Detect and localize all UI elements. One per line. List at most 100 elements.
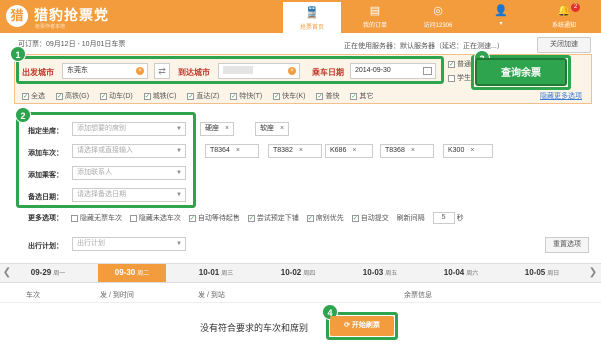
refresh-interval-stepper[interactable]: 5 xyxy=(432,212,455,224)
nav-user[interactable]: 👤 ▾ xyxy=(472,0,530,33)
train-tag[interactable]: T8364 × xyxy=(205,144,259,158)
passenger-label: 添加乘客： xyxy=(28,172,63,179)
filter-g[interactable]: 高铁(G) xyxy=(55,92,89,100)
date-range-text: 可订票：09月12日 - 10月01日车票 xyxy=(18,41,126,48)
checkbox-icon xyxy=(448,74,455,82)
filter-k[interactable]: 快车(K) xyxy=(273,92,306,100)
filter-z[interactable]: 直达(Z) xyxy=(187,92,219,100)
step-badge-1: 1 xyxy=(10,46,26,62)
chevron-right-icon[interactable]: ❯ xyxy=(588,264,598,282)
nav-home[interactable]: 🚆 抢票首页 xyxy=(283,0,341,33)
train-tag[interactable]: T8382 × xyxy=(268,144,322,158)
dropdown-icon: ▼ xyxy=(176,241,182,247)
swap-icon[interactable]: ⇄ xyxy=(154,63,170,79)
date-tab-active[interactable]: 09-30 周二 xyxy=(98,264,166,282)
date-label: 乘车日期 xyxy=(312,68,344,77)
train-icon: 🚆 xyxy=(305,7,319,19)
refresh-unit: 秒 xyxy=(456,214,464,222)
blurred-value xyxy=(223,66,253,75)
remove-icon: × xyxy=(470,147,475,154)
dropdown-icon: ▼ xyxy=(176,126,182,132)
type-student[interactable]: 学生 xyxy=(448,73,471,83)
step-badge-2: 2 xyxy=(15,107,31,123)
opt-auto-submit[interactable]: 自动提交 xyxy=(351,214,389,222)
remove-icon: × xyxy=(225,125,230,132)
seat-label: 指定坐席： xyxy=(28,128,63,135)
filter-pk[interactable]: 普快 xyxy=(316,92,339,100)
col-remaining: 余票信息 xyxy=(404,292,432,299)
plan-select[interactable]: 出行计划 ▼ xyxy=(72,237,186,251)
globe-icon: ◎ xyxy=(433,5,443,17)
dropdown-icon: ▼ xyxy=(176,192,182,198)
col-station: 发 / 到站 xyxy=(198,292,225,299)
search-tickets-button[interactable]: 查询余票 xyxy=(475,58,567,86)
user-icon: 👤 xyxy=(494,5,508,17)
hide-more-options-link[interactable]: 隐藏更多选项 xyxy=(540,91,582,101)
clear-icon[interactable]: × xyxy=(288,67,296,75)
order-icon: ▤ xyxy=(369,5,381,17)
result-table-header: 车次 发 / 到时间 发 / 到站 余票信息 xyxy=(0,285,601,303)
date-tab[interactable]: 10-03 周五 xyxy=(346,264,414,282)
filter-other[interactable]: 其它 xyxy=(350,92,373,100)
date-tab[interactable]: 10-02 周四 xyxy=(264,264,332,282)
date-tab[interactable]: 10-01 周三 xyxy=(182,264,250,282)
cheetah-logo-icon: 猎 xyxy=(6,5,28,27)
type-ordinary[interactable]: 普通 xyxy=(448,59,471,69)
opt-hide-sold-out[interactable]: 隐藏无票车次 xyxy=(70,214,122,222)
backup-date-select[interactable]: 请选择备选日期 ▼ xyxy=(72,188,186,202)
train-tag[interactable]: T8368 × xyxy=(380,144,434,158)
opt-lower-berth[interactable]: 尝试预定下铺 xyxy=(247,214,299,222)
clear-icon[interactable]: × xyxy=(136,67,144,75)
to-label: 到达城市 xyxy=(178,68,210,77)
remove-icon: × xyxy=(410,147,415,154)
train-type-filters: 全选 高铁(G) 动车(D) 城铁(C) 直达(Z) 特快(T) 快车(K) 普… xyxy=(22,91,382,101)
checkbox-icon xyxy=(448,60,455,68)
filter-c[interactable]: 城铁(C) xyxy=(143,92,176,100)
seat-tag[interactable]: 软座 × xyxy=(255,122,290,136)
app-subtitle: 抢票作者本地 xyxy=(35,24,66,30)
to-city-input[interactable]: × xyxy=(218,63,300,79)
date-tabs-bar: ❮ 09-29 周一 09-30 周二 10-01 周三 10-02 周四 10-03 周… xyxy=(0,263,601,283)
plan-label: 出行计划： xyxy=(28,243,63,250)
app-title: 猎豹抢票党 xyxy=(34,7,109,23)
notification-count: 2 xyxy=(571,3,580,12)
app-header: 猎 猎豹抢票党 抢票作者本地 🚆 抢票首页 ▤ 我的订单 ◎ 访问12306 👤… xyxy=(0,0,601,33)
col-train: 车次 xyxy=(26,292,40,299)
reset-options-button[interactable]: 重置选项 xyxy=(545,237,589,253)
more-options-row: 更多选项： 隐藏无票车次 隐藏未选车次 自动等待起售 尝试预定下铺 席别优先 自… xyxy=(28,212,464,224)
train-tag[interactable]: K686 × xyxy=(325,144,373,158)
date-tab[interactable]: 09-29 周一 xyxy=(14,264,82,282)
nav-orders[interactable]: ▤ 我的订单 xyxy=(346,0,404,33)
seat-select[interactable]: 添加想要的席别 ▼ xyxy=(72,122,186,136)
from-city-input[interactable]: 东莞东 × xyxy=(62,63,148,79)
remove-icon: × xyxy=(352,147,357,154)
passenger-select[interactable]: 添加联系人 ▼ xyxy=(72,166,186,180)
train-select[interactable]: 请选择或直接输入 ▼ xyxy=(72,144,186,158)
opt-seat-priority[interactable]: 席别优先 xyxy=(306,214,344,222)
start-grab-button[interactable]: ⟳ 开始刷票 xyxy=(330,316,394,336)
dropdown-icon: ▼ xyxy=(176,148,182,154)
chevron-left-icon[interactable]: ❮ xyxy=(2,264,12,282)
train-tag[interactable]: K300 × xyxy=(443,144,493,158)
date-tab[interactable]: 10-05 周日 xyxy=(508,264,576,282)
empty-result-message: 没有符合要求的车次和席别 xyxy=(200,323,309,333)
remove-icon: × xyxy=(280,125,285,132)
nav-notifications[interactable]: 🔔 2 系统通知 xyxy=(535,0,593,33)
more-options-label: 更多选项： xyxy=(28,214,63,222)
nav-12306[interactable]: ◎ 访问12306 xyxy=(409,0,467,33)
filter-d[interactable]: 动车(D) xyxy=(100,92,133,100)
filter-all[interactable]: 全选 xyxy=(22,92,45,100)
remove-icon: × xyxy=(235,147,240,154)
filter-t[interactable]: 特快(T) xyxy=(230,92,262,100)
backup-date-label: 备选日期： xyxy=(28,194,63,201)
from-label: 出发城市 xyxy=(22,68,54,77)
bell-icon: 🔔 xyxy=(557,5,571,17)
date-tab[interactable]: 10-04 周六 xyxy=(427,264,495,282)
date-input[interactable]: 2014-09-30 xyxy=(350,63,436,79)
close-speed-button[interactable]: 关闭加速 xyxy=(537,37,591,53)
calendar-icon[interactable] xyxy=(423,67,432,75)
opt-auto-wait[interactable]: 自动等待起售 xyxy=(188,214,240,222)
col-time: 发 / 到时间 xyxy=(100,292,134,299)
seat-tag[interactable]: 硬座 × xyxy=(200,122,235,136)
opt-hide-unselected[interactable]: 隐藏未选车次 xyxy=(129,214,181,222)
